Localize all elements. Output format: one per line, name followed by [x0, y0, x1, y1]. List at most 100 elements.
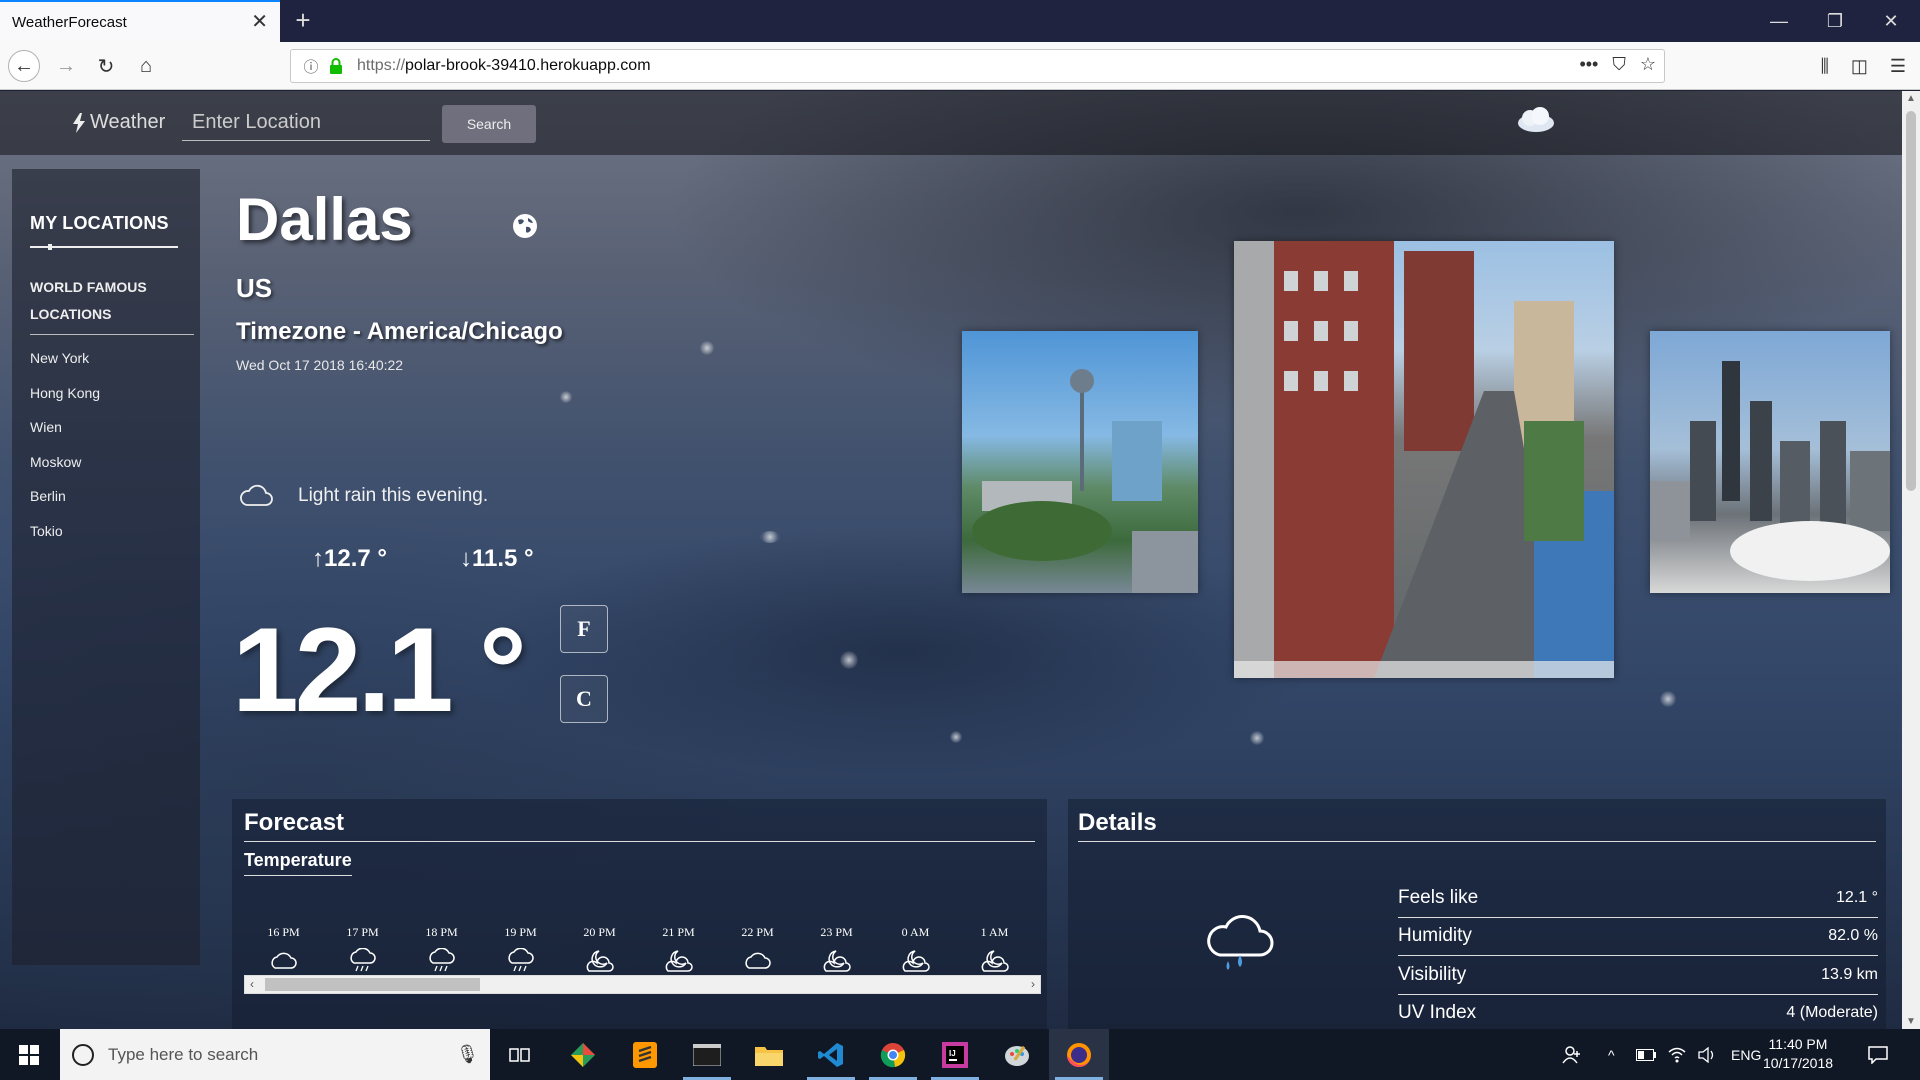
city-photo-skyline	[1650, 331, 1890, 593]
page-vertical-scrollbar[interactable]: ▲ ▼	[1902, 91, 1920, 1029]
cloud-icon	[718, 944, 797, 978]
url-host: polar-brook-39410.herokuapp.com	[405, 57, 651, 74]
rain-icon	[481, 944, 560, 978]
window-close-icon[interactable]: ✕	[1868, 0, 1914, 42]
firefox-icon[interactable]	[1049, 1029, 1109, 1080]
country-code: US	[236, 273, 273, 303]
forecast-divider	[244, 841, 1035, 842]
hour-time: 1 AM	[980, 925, 1009, 939]
sidebar-item-wien[interactable]: Wien	[30, 410, 200, 445]
sidebar-divider	[30, 334, 194, 335]
sidebar-toggle-icon[interactable]: ◫	[1851, 56, 1868, 77]
url-bar[interactable]: ⓘ https://polar-brook-39410.herokuapp.co…	[290, 49, 1665, 83]
night-cloud-icon	[955, 944, 1034, 978]
microphone-icon[interactable]: 🎙	[456, 1044, 479, 1065]
paint-app-icon[interactable]	[987, 1029, 1047, 1080]
city-photo-street	[1234, 241, 1614, 678]
celsius-button[interactable]: C	[560, 675, 608, 723]
sidebar-item-tokio[interactable]: Tokio	[30, 514, 200, 549]
minimize-icon[interactable]: —	[1756, 0, 1802, 42]
home-icon[interactable]: ⌂	[130, 50, 162, 82]
temp-low-value: 11.5 °	[472, 545, 534, 572]
brand[interactable]: Weather	[72, 111, 165, 134]
sidebar-item-moskow[interactable]: Moskow	[30, 445, 200, 480]
chrome-icon[interactable]	[863, 1029, 923, 1080]
hour-time: 20 PM	[583, 925, 616, 939]
battery-icon[interactable]	[1636, 1029, 1656, 1080]
scroll-down-icon[interactable]: ▼	[1902, 1016, 1920, 1027]
fahrenheit-button[interactable]: F	[560, 605, 608, 653]
tab-temperature[interactable]: Temperature	[244, 850, 352, 876]
notifications-icon[interactable]	[1868, 1029, 1888, 1080]
scrollbar-thumb[interactable]	[1906, 111, 1916, 491]
forward-icon[interactable]: →	[50, 50, 82, 82]
new-tab-icon[interactable]: +	[288, 6, 318, 36]
temp-low: ↓11.5 °	[460, 545, 534, 572]
site-info-icon[interactable]: ⓘ	[297, 56, 325, 77]
library-icon[interactable]: ⫼	[1821, 56, 1829, 77]
globe-icon[interactable]	[512, 213, 538, 244]
night-cloud-icon	[797, 944, 876, 978]
page-actions-icon[interactable]: •••	[1579, 54, 1598, 75]
details-rows: Feels like 12.1 ° Humidity 82.0 % Visibility…	[1398, 879, 1878, 1029]
tab-close-icon[interactable]: ✕	[251, 12, 268, 32]
cloud-icon	[244, 944, 323, 978]
lightning-icon	[73, 112, 85, 133]
browser-tab[interactable]: WeatherForecast ✕	[0, 0, 280, 42]
terminal-icon[interactable]	[677, 1029, 737, 1080]
hour-time: 21 PM	[662, 925, 695, 939]
hour-time: 17 PM	[346, 925, 379, 939]
sidebar-divider	[30, 244, 178, 250]
detail-value: 13.9 km	[1821, 965, 1878, 983]
raindrop-decoration	[840, 651, 858, 669]
tab-title: WeatherForecast	[12, 13, 127, 31]
volume-icon[interactable]	[1698, 1029, 1716, 1080]
sublime-text-icon[interactable]	[615, 1029, 675, 1080]
weather-summary: Light rain this evening.	[298, 485, 489, 506]
people-icon[interactable]	[1562, 1029, 1582, 1080]
raindrop-decoration	[560, 391, 572, 403]
show-hidden-icons-chevron-icon[interactable]: ^	[1608, 1029, 1615, 1080]
system-clock[interactable]: 11:40 PM 10/17/2018	[1758, 1035, 1838, 1073]
pocket-icon[interactable]: ⛉	[1612, 54, 1626, 75]
intellij-icon[interactable]: IJ	[925, 1029, 985, 1080]
taskbar-search[interactable]: Type here to search 🎙	[60, 1029, 490, 1080]
reload-icon[interactable]: ↻	[90, 50, 122, 82]
language-indicator[interactable]: ENG	[1731, 1029, 1761, 1080]
restore-icon[interactable]: ❐	[1812, 0, 1858, 42]
detail-value: 82.0 %	[1828, 927, 1878, 945]
windows-taskbar: Type here to search 🎙 IJ ^ ENG 11:40 PM …	[0, 1029, 1920, 1080]
app-header: Weather Search	[0, 91, 1902, 155]
sidebar-item-new-york[interactable]: New York	[30, 341, 200, 376]
details-title: Details	[1078, 809, 1157, 836]
location-input[interactable]	[182, 105, 430, 141]
vscode-icon[interactable]	[801, 1029, 861, 1080]
sidebar-item-hong-kong[interactable]: Hong Kong	[30, 376, 200, 411]
clock-date: 10/17/2018	[1762, 1055, 1834, 1071]
sidebar-title: MY LOCATIONS	[30, 213, 169, 233]
search-button[interactable]: Search	[442, 105, 536, 143]
clock-time: 11:40 PM	[1768, 1036, 1828, 1052]
locations-sidebar: MY LOCATIONS WORLD FAMOUS LOCATIONS New …	[12, 169, 200, 965]
browser-nav-bar: ← → ↻ ⌂ ⓘ https://polar-brook-39410.hero…	[0, 42, 1920, 90]
scroll-up-icon[interactable]: ▲	[1902, 93, 1920, 104]
night-cloud-icon	[639, 944, 718, 978]
back-icon[interactable]: ←	[8, 50, 40, 82]
wifi-icon[interactable]	[1668, 1029, 1686, 1080]
raindrop-decoration	[950, 731, 962, 743]
task-view-icon[interactable]	[490, 1029, 550, 1080]
scroll-left-icon[interactable]: ‹	[250, 976, 254, 993]
forecast-title: Forecast	[244, 809, 345, 836]
file-explorer-icon[interactable]	[739, 1029, 799, 1080]
cortana-icon	[72, 1043, 94, 1066]
current-temperature: 12.1 °	[232, 603, 527, 737]
windows-start-icon[interactable]	[0, 1029, 58, 1080]
forecast-horizontal-scrollbar[interactable]: ‹ ›	[244, 975, 1041, 994]
sidebar-item-berlin[interactable]: Berlin	[30, 479, 200, 514]
bookmark-star-icon[interactable]: ☆	[1640, 54, 1656, 75]
menu-icon[interactable]: ☰	[1890, 56, 1906, 77]
svg-text:IJ: IJ	[949, 1049, 956, 1058]
app-diamond-icon[interactable]	[553, 1029, 613, 1080]
scrollbar-thumb[interactable]	[265, 978, 480, 991]
scroll-right-icon[interactable]: ›	[1031, 976, 1035, 993]
